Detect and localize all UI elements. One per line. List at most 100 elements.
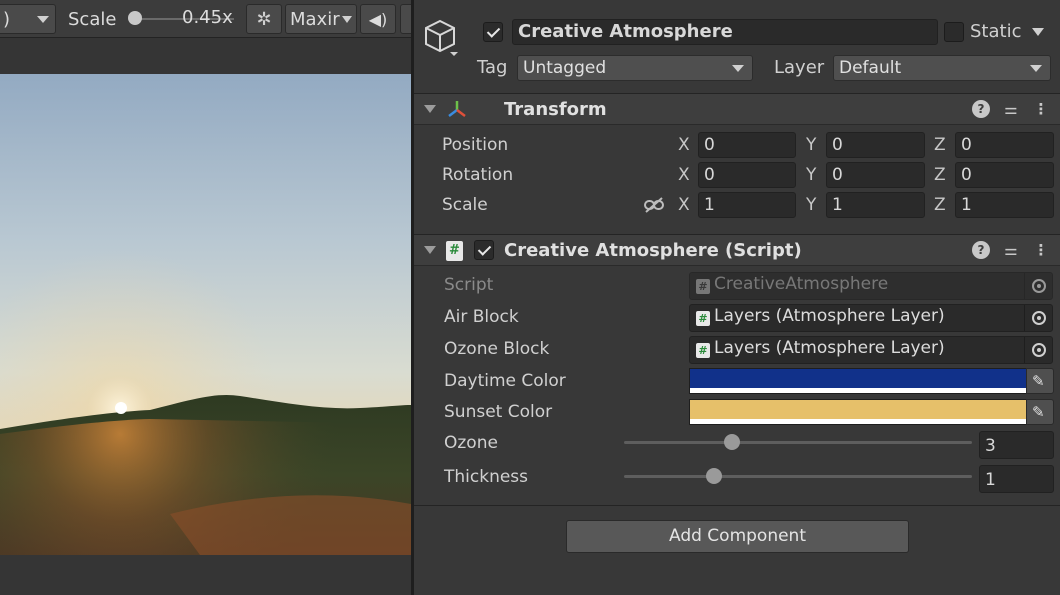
foldout-arrow-icon[interactable] [424,105,436,113]
ozone-label: Ozone [444,433,498,453]
sunset-color-label: Sunset Color [444,402,553,422]
gameobject-icon[interactable] [424,18,458,56]
ozone-block-field[interactable]: # Layers (Atmosphere Layer) [689,336,1053,364]
game-view-render [0,74,411,555]
eyedropper-icon: ✎ [1032,372,1045,390]
game-view-bottom-bar [0,555,412,595]
context-menu-icon[interactable]: ⋮ [1032,100,1050,118]
scale-z-axis[interactable]: Z [934,195,946,215]
script-file-icon: # [696,279,710,294]
ozone-block-value: Layers (Atmosphere Layer) [714,338,945,358]
thickness-label: Thickness [444,467,529,487]
component-enabled-checkbox[interactable] [474,240,494,260]
script-file-icon: # [696,311,710,326]
sunset-eyedropper-button[interactable]: ✎ [1026,399,1054,425]
scale-value: 0.45x [182,7,233,28]
display-label: ) [3,8,11,30]
scale-slider-control[interactable]: Scale 0.45x [60,4,244,34]
air-block-label: Air Block [444,307,519,327]
position-x-axis[interactable]: X [678,135,690,155]
object-active-checkbox[interactable] [483,22,503,42]
game-view-strip [0,38,412,74]
speaker-icon: ◀︎) [368,9,388,29]
position-label: Position [442,135,509,155]
constrain-proportions-link-icon[interactable] [643,196,665,214]
position-y-axis[interactable]: Y [806,135,816,155]
object-picker-icon [1024,273,1052,299]
chevron-down-icon [1030,65,1042,72]
script-value: CreativeAtmosphere [714,274,889,294]
script-file-icon: # [446,241,463,261]
sunset-landscape-image [0,74,411,555]
daytime-color-label: Daytime Color [444,371,566,391]
tag-label: Tag [477,57,508,78]
help-icon[interactable]: ? [972,100,990,118]
scale-z-field[interactable]: 1 [955,192,1054,218]
help-icon[interactable]: ? [972,241,990,259]
object-picker-icon[interactable] [1024,305,1052,331]
position-y-field[interactable]: 0 [826,132,925,158]
bug-toggle-button[interactable]: ✲ [246,4,282,34]
scale-label: Scale [68,8,117,30]
preset-sliders-icon[interactable]: ⚌ [1002,241,1020,259]
rotation-z-field[interactable]: 0 [955,162,1054,188]
scale-slider-knob[interactable] [128,11,142,25]
scale-x-field[interactable]: 1 [698,192,796,218]
daytime-eyedropper-button[interactable]: ✎ [1026,368,1054,394]
transform-title: Transform [504,99,607,120]
thickness-slider-knob[interactable] [706,468,723,484]
layer-value: Default [839,58,902,78]
layer-label: Layer [774,57,825,78]
object-name-field[interactable]: Creative Atmosphere [512,19,938,45]
ozone-value-field[interactable]: 3 [979,431,1054,459]
script-reference-field: # CreativeAtmosphere [689,272,1053,300]
alpha-bar [690,388,1026,393]
rotation-x-field[interactable]: 0 [698,162,796,188]
tag-dropdown[interactable]: Untagged [517,55,753,81]
scale-y-field[interactable]: 1 [826,192,925,218]
object-picker-icon[interactable] [1024,337,1052,363]
air-block-value: Layers (Atmosphere Layer) [714,306,945,326]
daytime-color-field[interactable] [689,368,1027,394]
context-menu-icon[interactable]: ⋮ [1032,241,1050,259]
script-component-header[interactable]: # Creative Atmosphere (Script) ? ⚌ ⋮ [414,234,1060,266]
add-component-button[interactable]: Add Component [566,520,909,553]
tag-value: Untagged [523,58,607,78]
maximize-label: Maxir [290,8,340,30]
static-dropdown-arrow[interactable] [1032,28,1044,36]
alpha-bar [690,419,1026,424]
rotation-z-axis[interactable]: Z [934,165,946,185]
position-z-field[interactable]: 0 [955,132,1054,158]
script-component-title: Creative Atmosphere (Script) [504,240,802,261]
scale-label: Scale [442,195,488,215]
ozone-slider-knob[interactable] [723,434,740,450]
script-label: Script [444,275,494,295]
scale-y-axis[interactable]: Y [806,195,816,215]
ozone-slider-track[interactable] [624,441,972,444]
inspector-panel: Creative Atmosphere Static Tag Untagged … [414,0,1060,595]
preset-sliders-icon[interactable]: ⚌ [1002,100,1020,118]
display-dropdown[interactable]: ) [0,4,56,34]
layer-dropdown[interactable]: Default [833,55,1051,81]
sunset-color-field[interactable] [689,399,1027,425]
component-separator [414,505,1060,506]
chevron-down-icon [342,16,352,23]
air-block-field[interactable]: # Layers (Atmosphere Layer) [689,304,1053,332]
foldout-arrow-icon[interactable] [424,246,436,254]
chevron-down-icon [37,16,49,23]
static-checkbox[interactable] [944,22,964,42]
rotation-label: Rotation [442,165,514,185]
add-component-label: Add Component [668,526,806,546]
scale-x-axis[interactable]: X [678,195,690,215]
game-view-toolbar: ) Scale 0.45x ✲ Maxir ◀︎) [0,0,414,38]
position-z-axis[interactable]: Z [934,135,946,155]
mute-audio-button[interactable]: ◀︎) [360,4,396,34]
transform-header[interactable]: Transform ? ⚌ ⋮ [414,93,1060,125]
thickness-value-field[interactable]: 1 [979,465,1054,493]
thickness-slider-track[interactable] [624,475,972,478]
rotation-y-field[interactable]: 0 [826,162,925,188]
rotation-x-axis[interactable]: X [678,165,690,185]
maximize-dropdown[interactable]: Maxir [285,4,357,34]
position-x-field[interactable]: 0 [698,132,796,158]
rotation-y-axis[interactable]: Y [806,165,816,185]
